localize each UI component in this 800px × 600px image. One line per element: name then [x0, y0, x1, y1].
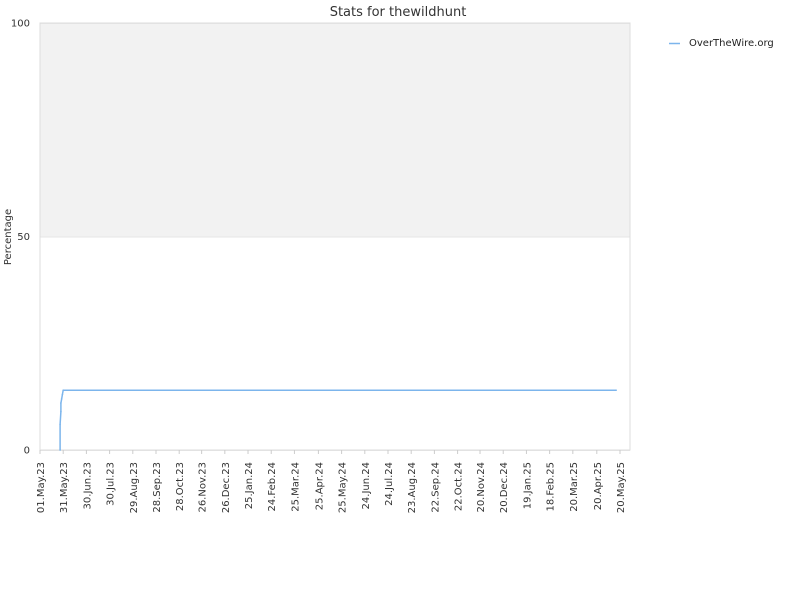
data-point: [59, 423, 61, 426]
legend-label: OverTheWire.org: [689, 38, 774, 49]
x-tick-label: 25.Mar.24: [290, 462, 301, 512]
x-tick-label: 20.Apr.25: [593, 462, 604, 510]
x-tick-label: 31.May.23: [59, 462, 70, 513]
x-tick-label: 19.Jan.25: [522, 462, 533, 509]
data-point: [615, 389, 617, 392]
data-point: [61, 393, 64, 396]
series-line: [59, 389, 617, 450]
x-tick-label: 24.Jul.24: [384, 462, 395, 506]
x-tick-label: 30.Jun.23: [82, 462, 93, 509]
data-point: [60, 402, 62, 404]
x-tick-label: 26.Nov.23: [198, 462, 209, 513]
y-tick-label: 100: [11, 19, 30, 30]
x-tick-label: 22.Sep.24: [430, 462, 441, 513]
x-axis: 01.May.23 31.May.23 30.Jun.23 30.Jul.23 29.A…: [36, 450, 627, 513]
x-tick-label: 20.Nov.24: [476, 462, 487, 513]
data-point: [60, 410, 62, 413]
chart-title: Stats for thewildhunt: [330, 5, 467, 20]
x-tick-label: 20.Dec.24: [499, 462, 510, 513]
chart: 0 50 100 01.May.23 31.May.23 30.Jun.23 30.Jul…: [3, 5, 774, 513]
x-tick-label: 18.Feb.25: [546, 462, 557, 512]
x-tick-label: 26.Dec.23: [221, 462, 232, 513]
x-tick-label: 24.Jun.24: [361, 462, 372, 509]
data-point: [60, 397, 63, 400]
x-tick-label: 28.Oct.23: [175, 462, 186, 511]
x-tick-label: 28.Sep.23: [152, 462, 163, 513]
y-axis-label: Percentage: [3, 209, 14, 265]
legend: OverTheWire.org: [669, 38, 774, 49]
x-tick-label: 23.Aug.24: [407, 462, 418, 513]
y-tick-label: 0: [24, 446, 30, 457]
x-tick-label: 25.Jan.24: [244, 462, 255, 509]
series-layer: [59, 389, 617, 451]
x-tick-label: 24.Feb.24: [267, 462, 278, 512]
x-tick-label: 25.Apr.24: [314, 462, 325, 510]
x-tick-label: 20.Mar.25: [569, 462, 580, 512]
x-tick-label: 30.Jul.23: [106, 462, 117, 506]
data-point: [59, 449, 61, 451]
x-tick-label: 01.May.23: [36, 462, 47, 513]
data-point: [62, 389, 64, 392]
x-tick-label: 22.Oct.24: [454, 462, 465, 511]
upper-band: [40, 23, 630, 237]
x-tick-label: 20.May.25: [616, 462, 627, 513]
x-tick-label: 29.Aug.23: [129, 462, 140, 513]
x-tick-label: 25.May.24: [338, 462, 349, 513]
y-tick-label: 50: [17, 232, 30, 243]
